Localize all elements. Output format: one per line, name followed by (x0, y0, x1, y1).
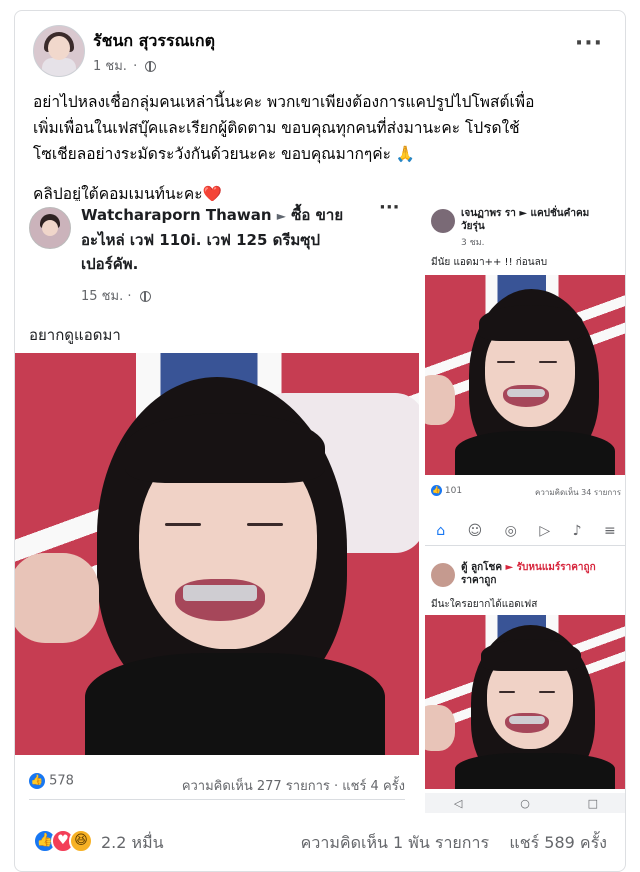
back-icon: ◁ (453, 796, 463, 810)
recent-apps-icon: □ (587, 796, 599, 810)
bottom-right-title: ตู้ ลูกโชค ► รับหนแมร์ราคาถูก ราคาถูก (461, 562, 596, 586)
avatar-face (48, 36, 70, 60)
reaction-count[interactable]: 2.2 หมื่น (101, 831, 164, 856)
globe-icon (139, 291, 151, 302)
left-screenshot-time: 15 ชม. (81, 289, 124, 304)
top-right-caption: มีนัย แอดมา++ !! ก่อนลบ (431, 257, 548, 268)
android-nav-bar: ◁ ○ □ (425, 793, 625, 813)
divider (29, 799, 405, 800)
avatar-body (42, 58, 76, 76)
comment-count[interactable]: ความคิดเห็น 1 พัน รายการ (301, 833, 489, 852)
left-comments-shares: ความคิดเห็น 277 รายการ · แชร์ 4 ครั้ง (181, 779, 405, 794)
bottom-right-photo (425, 615, 625, 789)
pray-emoji-icon: 🙏 (395, 145, 416, 163)
globe-icon (145, 61, 157, 72)
bottom-right-avatar (431, 563, 455, 587)
top-right-screenshot: เจนฏาพร รา ► แคปชั่นคำคม วัยรุ่น 3 ชม. ม… (425, 201, 625, 509)
more-icon[interactable]: ··· (575, 31, 603, 56)
left-screenshot-meta: 15 ชม. · (81, 285, 151, 306)
watch-icon: ▷ (539, 523, 551, 539)
left-screenshot-avatar (29, 207, 71, 249)
left-screenshot-caption: อยากดูแอดมา (29, 326, 121, 344)
post-image-collage[interactable]: Watcharaporn Thawan ► ซื้อ ขาย อะไหล่ เว… (15, 201, 625, 813)
comments-shares: ความคิดเห็น 1 พัน รายการ แชร์ 589 ครั้ง (301, 831, 607, 856)
top-right-time: 3 ชม. (461, 238, 485, 248)
left-likes: 👍 578 (29, 773, 74, 789)
top-right-photo (425, 275, 625, 475)
friends-icon: ☺ (467, 523, 483, 539)
menu-icon: ≡ (604, 523, 616, 539)
left-more-icon: ··· (379, 201, 400, 218)
author-name[interactable]: รัชนก สุวรรณเกตุ (93, 29, 215, 54)
post-time[interactable]: 1 ชม. (93, 59, 127, 74)
left-like-count: 578 (49, 773, 74, 789)
caption-line: เพิ่มเพื่อนในเฟสบุ๊คและเรียกผู้ติดตาม ขอ… (33, 119, 520, 137)
home-button-icon: ○ (520, 796, 530, 810)
bottom-right-caption: มีนะใครอยากได้แอดเฟส (431, 599, 538, 610)
left-screenshot-group: เปอร์คัพ. (81, 255, 139, 273)
left-screenshot-group: ซื้อ ขาย (291, 206, 344, 224)
left-screenshot-name: Watcharaporn Thawan (81, 206, 272, 224)
top-right-title: เจนฏาพร รา ► แคปชั่นคำคม วัยรุ่น (461, 208, 590, 232)
top-right-comments: ความคิดเห็น 34 รายการ (534, 488, 621, 497)
post-meta: 1 ชม. · (93, 55, 157, 76)
left-screenshot-title: Watcharaporn Thawan ► ซื้อ ขาย อะไหล่ เว… (81, 203, 381, 276)
bottom-right-screenshot: ตู้ ลูกโชค ► รับหนแมร์ราคาถูก ราคาถูก มี… (425, 553, 625, 813)
caption-line: อย่าไปหลงเชื่อกลุ่มคนเหล่านี้นะคะ พวกเขา… (33, 93, 535, 111)
home-icon: ⌂ (436, 523, 446, 539)
left-photo (15, 353, 419, 755)
arrow-icon: ► (276, 209, 287, 223)
post-caption: อย่าไปหลงเชื่อกลุ่มคนเหล่านี้นะคะ พวกเขา… (33, 89, 613, 207)
facebook-post: รัชนก สุวรรณเกตุ 1 ชม. · ··· อย่าไปหลงเช… (14, 10, 626, 872)
share-count[interactable]: แชร์ 589 ครั้ง (509, 833, 607, 852)
messenger-icon: ◎ (504, 523, 517, 539)
left-screenshot-group: อะไหล่ เวฟ 110i. เวฟ 125 ดรีมซุป (81, 231, 320, 249)
post-footer: 👍 ♥ 😆 2.2 หมื่น ความคิดเห็น 1 พัน รายการ… (33, 825, 607, 861)
left-screenshot: Watcharaporn Thawan ► ซื้อ ขาย อะไหล่ เว… (15, 201, 419, 813)
top-right-likes: 👍 101 (431, 485, 463, 496)
caption-text: โซเชียลอย่างระมัดระวังกันด้วยนะคะ ขอบคุณ… (33, 145, 391, 163)
bell-icon: ♪ (572, 523, 582, 539)
like-icon: 👍 (29, 773, 45, 789)
like-icon: 👍 (431, 485, 442, 496)
mobile-nav-bar: ⌂ ☺ ◎ ▷ ♪ ≡ (425, 517, 625, 546)
caption-line: โซเชียลอย่างระมัดระวังกันด้วยนะคะ ขอบคุณ… (33, 141, 613, 167)
haha-icon: 😆 (69, 829, 93, 853)
author-avatar[interactable] (33, 25, 85, 77)
top-right-avatar (431, 209, 455, 233)
